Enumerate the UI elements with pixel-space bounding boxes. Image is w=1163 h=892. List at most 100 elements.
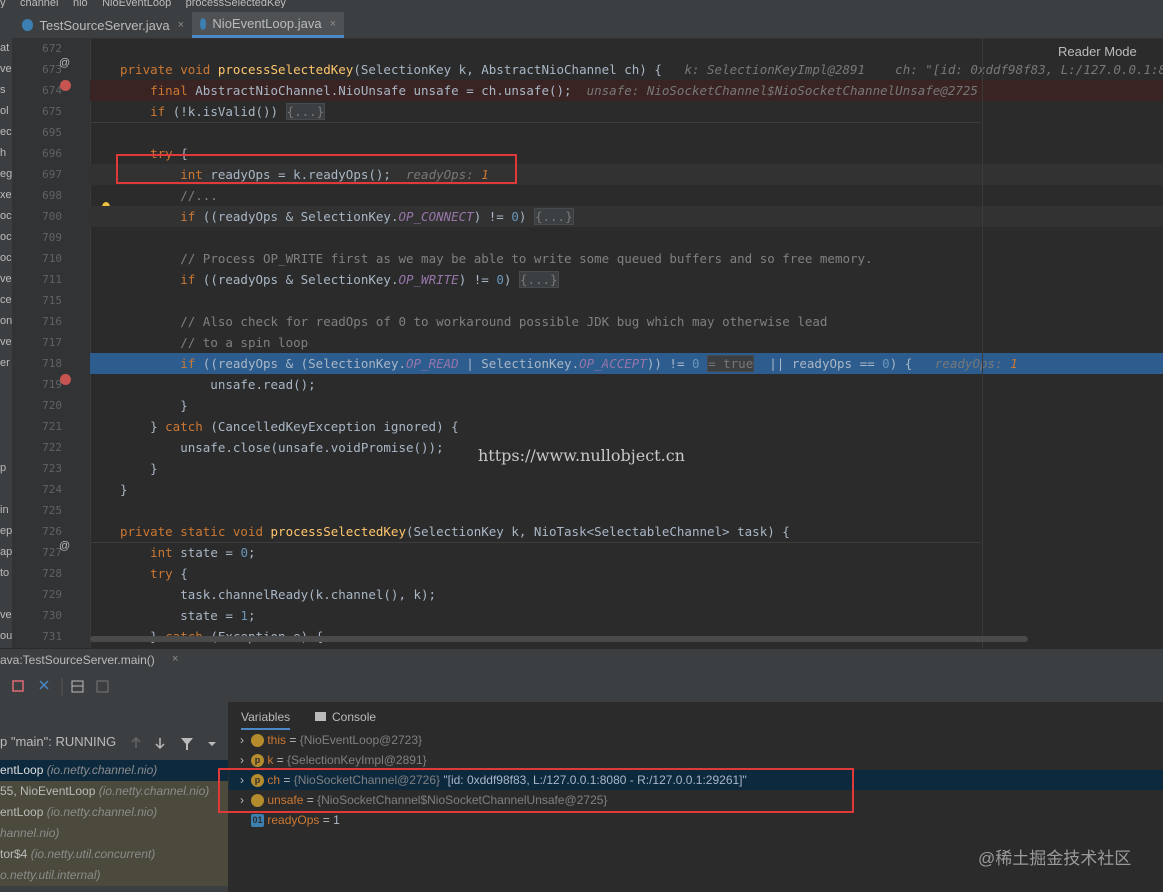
code-line[interactable]: // to a spin loop: [90, 332, 1163, 353]
project-tree-item[interactable]: ven: [0, 332, 12, 353]
close-tab-icon[interactable]: ×: [330, 18, 336, 30]
breadcrumb-item[interactable]: y: [0, 0, 6, 8]
project-tree-item[interactable]: ce: [0, 290, 12, 311]
code-line[interactable]: int state = 0;: [90, 542, 1163, 563]
stack-frame[interactable]: o.netty.util.internal): [0, 865, 228, 886]
project-tree-item[interactable]: ec: [0, 122, 12, 143]
variable-row[interactable]: › p k = {SelectionKeyImpl@2891}: [229, 750, 1163, 770]
line-number[interactable]: 716: [24, 311, 62, 332]
line-number[interactable]: 711: [24, 269, 62, 290]
line-number[interactable]: 728: [24, 563, 62, 584]
project-tree-item[interactable]: [0, 395, 12, 416]
expand-arrow-icon[interactable]: ›: [233, 730, 251, 750]
line-number[interactable]: 730: [24, 605, 62, 626]
code-line[interactable]: state = 1;: [90, 605, 1163, 626]
breadcrumb-item[interactable]: nio: [73, 0, 88, 8]
chevron-down-icon[interactable]: [208, 742, 216, 746]
close-session-icon[interactable]: ×: [172, 653, 178, 665]
line-number[interactable]: 717: [24, 332, 62, 353]
code-line[interactable]: [90, 227, 1163, 248]
line-number[interactable]: 719: [24, 374, 62, 395]
line-number[interactable]: 672: [24, 38, 62, 59]
project-tree-item[interactable]: xe: [0, 185, 12, 206]
frames-icon[interactable]: [71, 680, 84, 693]
filter-icon[interactable]: [181, 738, 193, 750]
project-tree-item[interactable]: p: [0, 458, 12, 479]
project-tree-strip[interactable]: atvesolechegxeoclocloclveceonvenerpinepa…: [0, 38, 12, 648]
line-number[interactable]: 695: [24, 122, 62, 143]
line-number[interactable]: 700: [24, 206, 62, 227]
project-tree-item[interactable]: at: [0, 38, 12, 59]
code-line[interactable]: } catch (CancelledKeyException ignored) …: [90, 416, 1163, 437]
code-line[interactable]: if ((readyOps & SelectionKey.OP_CONNECT)…: [90, 206, 1163, 227]
line-number[interactable]: 720: [24, 395, 62, 416]
variable-row[interactable]: › this = {NioEventLoop@2723}: [229, 730, 1163, 750]
line-number[interactable]: 675: [24, 101, 62, 122]
code-line[interactable]: [90, 38, 1163, 59]
line-number[interactable]: 710: [24, 248, 62, 269]
close-tab-icon[interactable]: ×: [178, 19, 184, 31]
project-tree-item[interactable]: ocl: [0, 227, 12, 248]
code-line[interactable]: [90, 122, 1163, 143]
rerun-icon[interactable]: [12, 680, 24, 692]
line-number[interactable]: 715: [24, 290, 62, 311]
tab-nioeventloop[interactable]: NioEventLoop.java ×: [192, 12, 344, 38]
reader-mode-toggle[interactable]: Reader Mode: [1058, 44, 1137, 59]
line-number[interactable]: 731: [24, 626, 62, 647]
project-tree-item[interactable]: ap: [0, 542, 12, 563]
project-tree-item[interactable]: [0, 437, 12, 458]
line-number[interactable]: 673: [24, 59, 62, 80]
code-line[interactable]: task.channelReady(k.channel(), k);: [90, 584, 1163, 605]
code-line[interactable]: private static void processSelectedKey(S…: [90, 521, 1163, 542]
code-line[interactable]: }: [90, 479, 1163, 500]
project-tree-item[interactable]: in: [0, 500, 12, 521]
tab-testsourceserver[interactable]: TestSourceServer.java ×: [14, 12, 192, 38]
arrow-down-icon[interactable]: [155, 738, 165, 750]
line-number[interactable]: 721: [24, 416, 62, 437]
project-tree-item[interactable]: ol: [0, 101, 12, 122]
step-into-icon[interactable]: [39, 680, 49, 690]
breadcrumb-item[interactable]: NioEventLoop: [102, 0, 171, 8]
code-line[interactable]: [90, 290, 1163, 311]
variable-row[interactable]: 01 readyOps = 1: [229, 810, 1163, 830]
line-number[interactable]: 722: [24, 437, 62, 458]
line-number[interactable]: 698: [24, 185, 62, 206]
breadcrumb-item[interactable]: channel: [20, 0, 59, 8]
code-line[interactable]: [90, 500, 1163, 521]
code-line[interactable]: // Process OP_WRITE first as we may be a…: [90, 248, 1163, 269]
line-number[interactable]: 697: [24, 164, 62, 185]
layout-icon[interactable]: [96, 680, 109, 693]
breadcrumb-item[interactable]: processSelectedKey: [186, 0, 286, 8]
project-tree-item[interactable]: s: [0, 80, 12, 101]
project-tree-item[interactable]: [0, 479, 12, 500]
code-editor[interactable]: private void processSelectedKey(Selectio…: [90, 38, 1163, 648]
project-tree-item[interactable]: ve: [0, 269, 12, 290]
thread-status[interactable]: p "main": RUNNING: [0, 734, 116, 749]
project-tree-item[interactable]: [0, 374, 12, 395]
code-line[interactable]: unsafe.read();: [90, 374, 1163, 395]
tab-variables[interactable]: Variables: [241, 706, 291, 730]
stack-frame[interactable]: 55, NioEventLoop (io.netty.channel.nio): [0, 781, 228, 802]
project-tree-item[interactable]: on: [0, 311, 12, 332]
project-tree-item[interactable]: ve: [0, 59, 12, 80]
project-tree-item[interactable]: eg: [0, 164, 12, 185]
debug-session-tab[interactable]: ava:TestSourceServer.main(): [0, 653, 155, 667]
stack-frame[interactable]: entLoop (io.netty.channel.nio): [0, 760, 228, 781]
stack-frame[interactable]: hannel.nio): [0, 823, 228, 844]
arrow-up-icon[interactable]: [131, 736, 141, 748]
code-line[interactable]: if ((readyOps & (SelectionKey.OP_READ | …: [90, 353, 1163, 374]
horizontal-scrollbar[interactable]: [90, 636, 1028, 642]
project-tree-item[interactable]: ep: [0, 521, 12, 542]
line-number[interactable]: 696: [24, 143, 62, 164]
stack-frame[interactable]: entLoop (io.netty.channel.nio): [0, 802, 228, 823]
line-number[interactable]: 723: [24, 458, 62, 479]
code-line[interactable]: //...: [90, 185, 1163, 206]
editor-gutter[interactable]: 672 673 674 675 695 696 697 698 700 709 710 711 715 7…: [12, 38, 110, 648]
line-number[interactable]: 727: [24, 542, 62, 563]
line-number[interactable]: 674: [24, 80, 62, 101]
project-tree-item[interactable]: ocl: [0, 206, 12, 227]
stack-frame[interactable]: tor$4 (io.netty.util.concurrent): [0, 844, 228, 865]
breakpoint-icon[interactable]: [60, 80, 71, 91]
code-line[interactable]: }: [90, 395, 1163, 416]
code-line[interactable]: // Also check for readOps of 0 to workar…: [90, 311, 1163, 332]
